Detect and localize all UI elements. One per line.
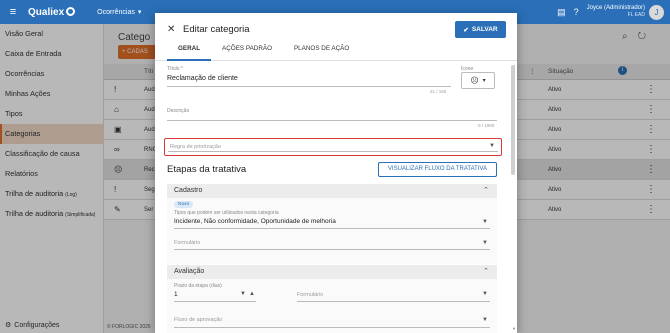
tab-geral[interactable]: GERAL [167,42,212,61]
report-icon[interactable]: ▤ [557,7,566,18]
module-selector[interactable]: Ocorrências ▾ [97,8,142,17]
priority-rule-select[interactable]: Regra de priorização ▼ [164,138,502,156]
dialog-tabs: GERAL AÇÕES PADRÃO PLANOS DE AÇÃO [167,42,360,61]
chevron-down-icon: ▾ [137,9,142,16]
description-field-label: Descrição [167,108,190,114]
brand-mark-icon [66,6,76,16]
section-title: Etapas da tratativa [167,164,247,175]
title-field-underline [167,86,451,87]
types-select[interactable]: Incidente, Não conformidade, Oportunidad… [174,218,336,225]
deadline-field-label: Prazo da etapa (dias) [174,283,222,289]
description-field[interactable] [167,120,497,121]
priority-rule-placeholder: Regra de priorização [170,144,222,150]
cadastro-title: Cadastro [174,187,203,194]
chevron-up-icon[interactable]: ⌃ [483,265,489,279]
title-field-label: Título * [167,66,183,72]
user-info[interactable]: Joyce (Administrador) FL EAD [587,5,645,19]
caret-down-icon[interactable]: ▼ [482,317,488,323]
view-flow-button[interactable]: VISUALIZAR FLUXO DA TRATATIVA [378,162,497,177]
title-field[interactable]: Reclamação de cliente [167,75,238,82]
dialog-header: ✕ Editar categoria ✔ SALVAR GERAL AÇÕES … [155,13,517,61]
check-icon: ✔ [463,26,469,34]
dialog-body: Título * Reclamação de cliente 21 / 150 … [155,62,517,333]
module-label: Ocorrências [97,8,135,16]
dialog-title: Editar categoria [183,24,250,35]
caret-down-icon[interactable]: ▼ [482,219,488,225]
cadastro-section: Cadastro ⌃ Novo Tipos que podem ser util… [167,184,497,264]
caret-down-icon: ▾ [482,78,486,84]
avaliacao-section: Avaliação ⌃ Prazo da etapa (dias) 1 ▼ ▲ … [167,265,497,333]
evaluation-form-underline [297,301,490,302]
form-underline [174,249,490,250]
user-unit: FL EAD [627,12,645,18]
form-select[interactable]: Formulário [174,240,200,246]
caret-down-icon[interactable]: ▼ [482,240,488,246]
icon-selector[interactable]: ☹ ▾ [461,72,495,89]
user-name: Joyce (Administrador) [586,5,645,11]
brand-logo[interactable]: Qualiex [28,6,76,18]
brand-name: Qualiex [28,6,65,18]
chevron-up-icon[interactable]: ⌃ [483,184,489,198]
approval-flow-select[interactable]: Fluxo de aprovação [174,317,222,323]
tab-acoes-padrao[interactable]: AÇÕES PADRÃO [211,42,283,61]
types-field-label: Tipos que podem ser utilizados nesta cat… [174,210,279,216]
cadastro-body: Novo Tipos que podem ser utilizados nest… [167,198,497,264]
deadline-field[interactable]: 1 [174,291,178,298]
deadline-underline [174,301,256,302]
help-icon[interactable]: ? [574,7,579,17]
sad-face-icon: ☹ [470,76,479,85]
caret-down-icon: ▼ [489,143,495,149]
cadastro-header[interactable]: Cadastro ⌃ [167,184,497,198]
description-counter: 0 / 1000 [478,123,495,128]
avaliacao-header[interactable]: Avaliação ⌃ [167,265,497,279]
save-label: SALVAR [471,26,498,33]
menu-icon[interactable]: ≡ [3,6,23,18]
edit-category-dialog: ✕ Editar categoria ✔ SALVAR GERAL AÇÕES … [155,13,517,333]
avaliacao-body: Prazo da etapa (dias) 1 ▼ ▲ Formulário ▼… [167,279,497,333]
approval-flow-underline [174,327,490,328]
evaluation-form-select[interactable]: Formulário [297,292,323,298]
close-icon[interactable]: ✕ [167,24,175,35]
title-counter: 21 / 150 [430,89,447,94]
avaliacao-title: Avaliação [174,268,205,275]
save-button[interactable]: ✔ SALVAR [455,21,506,38]
caret-up-icon[interactable]: ▲ [249,291,255,297]
avatar[interactable]: J [649,4,664,20]
caret-down-icon[interactable]: ▼ [240,291,246,297]
tab-planos-de-acao[interactable]: PLANOS DE AÇÃO [283,42,360,61]
caret-down-icon[interactable]: ▼ [482,291,488,297]
status-badge: Novo [174,201,194,208]
types-underline [174,228,490,229]
